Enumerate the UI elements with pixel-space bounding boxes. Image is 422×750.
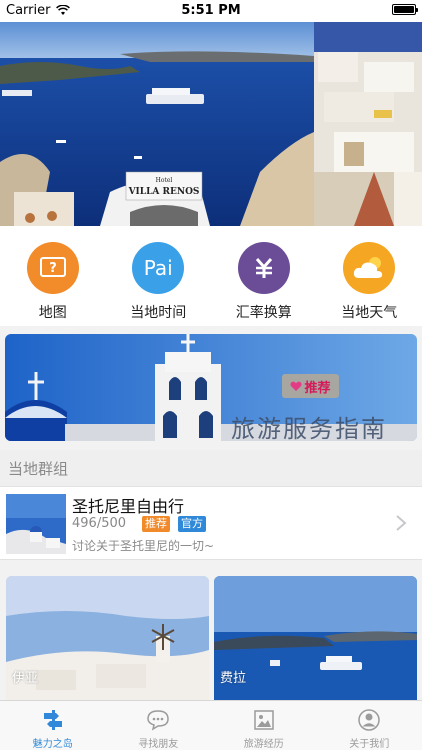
svg-text:?: ? [49,261,57,276]
group-thumbnail [6,494,66,554]
quick-weather-label: 当地天气 [341,305,398,321]
destination-card-fira[interactable]: 费拉 [214,576,417,700]
status-right [392,4,418,15]
group-list-item[interactable]: 圣托尼里自由行 496/500 推荐 官方 讨论关于圣托里尼的一切~ [0,486,422,560]
quick-currency[interactable]: 汇率换算 [211,226,317,326]
status-bar: Carrier 5:51 PM [0,0,422,22]
destination-card-oia[interactable]: 伊亚 [6,576,209,700]
santorini-harbor-photo[interactable]: Hotel VILLA RENOS [0,22,314,226]
badge-recommend: 推荐 [142,516,170,532]
group-description: 讨论关于圣托里尼的一切~ [72,539,215,553]
banner-title: 旅游服务指南 [231,415,387,441]
section-header-local-groups: 当地群组 [0,450,422,486]
fira-label: 费拉 [220,671,247,686]
user-icon [358,709,380,731]
signpost-icon [43,710,62,730]
tab-experience[interactable]: 旅游经历 [211,701,317,750]
quick-currency-label: 汇率换算 [235,305,292,321]
tab-island[interactable]: 魅力之岛 [0,701,106,750]
svg-text:Hotel: Hotel [156,177,173,184]
tab-bar: 魅力之岛 寻找朋友 旅游经历 关于我们 [0,700,422,750]
photo-icon [254,710,274,730]
tab-about[interactable]: 关于我们 [317,701,422,750]
tab-friends[interactable]: 寻找朋友 [106,701,212,750]
svg-text:VILLA RENOS: VILLA RENOS [128,187,200,197]
tab-about-label: 关于我们 [349,739,390,750]
quick-map[interactable]: ? 地图 [0,226,106,326]
quick-weather[interactable]: 当地天气 [317,226,422,326]
chevron-right-icon [396,515,407,531]
weather-icon [343,242,396,294]
tab-friends-label: 寻找朋友 [138,739,179,750]
clock-icon-text: Pai [143,256,173,280]
recommend-tag-label: 推荐 [304,380,331,396]
clock-icon: Pai [132,242,185,294]
chat-bubble-icon [147,710,170,731]
group-name: 圣托尼里自由行 [72,497,185,516]
tab-experience-label: 旅游经历 [243,739,284,750]
hero-carousel[interactable]: Hotel VILLA RENOS [0,22,422,226]
service-guide-banner[interactable]: 推荐 旅游服务指南 [5,334,417,441]
battery-icon [392,4,418,15]
status-time: 5:51 PM [181,3,241,18]
quick-time[interactable]: Pai 当地时间 [106,226,212,326]
app-screen: Carrier 5:51 PM Hotel VILLA RENOS ? 地图 P… [0,0,422,750]
santorini-village-photo[interactable] [314,22,422,226]
recommend-tag: 推荐 [282,374,339,398]
quick-time-label: 当地时间 [130,305,187,321]
tab-island-label: 魅力之岛 [32,739,73,750]
quick-menu: ? 地图 Pai 当地时间 汇率换算 当地天气 [0,226,422,326]
badge-official: 官方 [178,516,206,532]
group-member-count: 496/500 [72,516,127,531]
map-icon: ? [26,242,79,294]
heart-icon [290,381,303,391]
quick-map-label: 地图 [38,305,67,321]
oia-label: 伊亚 [12,671,39,686]
currency-yuan-icon [237,242,290,294]
